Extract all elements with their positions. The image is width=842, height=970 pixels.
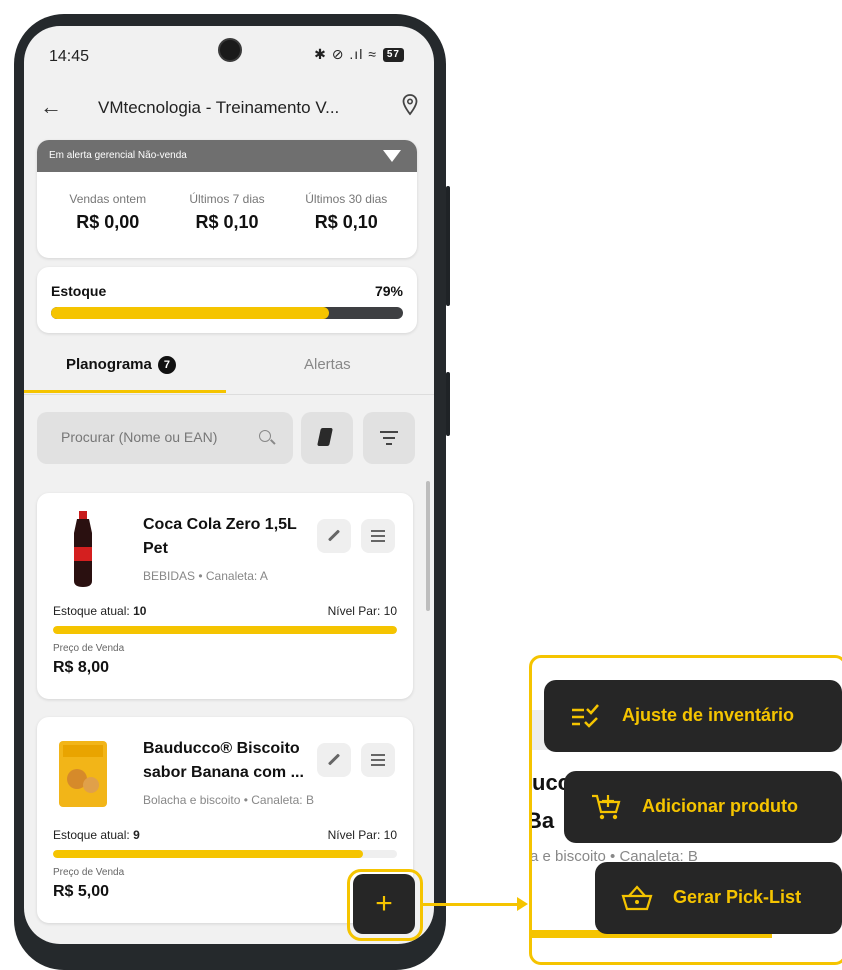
phone-side-button [446, 186, 450, 306]
stat-value: R$ 0,10 [314, 212, 378, 232]
pencil-icon [327, 753, 341, 766]
scrollbar[interactable] [426, 481, 430, 611]
checklist-icon [572, 704, 599, 728]
callout-arrow-icon [517, 897, 528, 911]
product-stock-bar [53, 626, 397, 634]
product-name: Coca Cola Zero 1,5L Pet [143, 516, 297, 557]
status-icons: ✱ ⊘ .ıl ≈ 57 [314, 46, 404, 63]
callout-connector [423, 903, 520, 906]
stat-value: R$ 0,00 [76, 212, 140, 232]
wifi-icon [383, 150, 401, 162]
edit-button[interactable] [317, 519, 351, 553]
barcode-scanner-button[interactable] [301, 412, 353, 464]
menu-label: Ajuste de inventário [622, 705, 795, 725]
add-product-button[interactable]: Adicionar produto [564, 771, 842, 843]
tab-alertas[interactable]: Alertas [304, 356, 351, 373]
product-category: Bolacha e biscoito • Canaleta: B [143, 793, 314, 807]
price-value: R$ 8,00 [53, 659, 110, 676]
sales-stats: Vendas ontem R$ 0,00 Últimos 7 dias R$ 0… [37, 172, 417, 233]
page-title: VMtecnologia - Treinamento V... [98, 98, 340, 117]
inventory-adjust-button[interactable]: Ajuste de inventário [544, 680, 842, 752]
status-time: 14:45 [49, 48, 90, 65]
par-level: Nível Par: 10 [327, 828, 397, 842]
front-camera [218, 38, 242, 62]
product-stock-fill [53, 850, 363, 858]
stock-value: 9 [133, 828, 140, 842]
phone-screen: 14:45 ✱ ⊘ .ıl ≈ 57 ← VMtecnologia - Trei… [24, 26, 434, 944]
product-name: Bauducco® Biscoito sabor Banana com ... [143, 740, 304, 781]
price-label: Preço de Venda [53, 643, 125, 654]
stock-progress-bar [51, 307, 403, 319]
count-badge: 7 [157, 356, 176, 375]
product-image-coca-cola [74, 511, 92, 587]
add-fab-button[interactable]: + [353, 874, 415, 934]
stock-percent: 79% [374, 283, 403, 299]
basket-icon [621, 885, 653, 911]
menu-label: Adicionar produto [642, 796, 798, 816]
stat-label: Vendas ontem [69, 192, 147, 206]
app-bar: ← VMtecnologia - Treinamento V... [24, 88, 434, 132]
tab-active-indicator [24, 390, 226, 393]
alert-banner-text: Em alerta gerencial Não-venda [49, 150, 187, 161]
cart-plus-icon [592, 794, 621, 820]
stock-label: Estoque atual: [53, 828, 130, 842]
current-stock: Estoque atual: 9 [53, 828, 140, 842]
product-card[interactable]: Coca Cola Zero 1,5L Pet BEBIDAS • Canale… [37, 493, 413, 699]
product-image-bauducco [59, 741, 107, 807]
product-category: BEBIDAS • Canaleta: A [143, 569, 268, 583]
edit-button[interactable] [317, 743, 351, 777]
sales-summary-card: Em alerta gerencial Não-venda Vendas ont… [37, 140, 417, 258]
phone-side-button [446, 372, 450, 436]
tab-planograma[interactable]: Planograma 7 [66, 356, 176, 375]
tab-label: Planograma [66, 356, 152, 373]
filter-button[interactable] [363, 412, 415, 464]
status-indicator-icons: ✱ ⊘ .ıl ≈ [314, 46, 377, 62]
product-stock-fill [53, 626, 397, 634]
scanner-icon [317, 428, 333, 446]
product-stock-bar [53, 850, 397, 858]
location-pin-icon[interactable] [402, 94, 418, 116]
adjust-button[interactable] [361, 743, 395, 777]
stat-yesterday: Vendas ontem R$ 0,00 [49, 192, 166, 233]
stat-7-days: Últimos 7 dias R$ 0,10 [168, 192, 285, 233]
search-input[interactable]: Procurar (Nome ou EAN) [37, 412, 293, 464]
stock-label: Estoque atual: [53, 604, 130, 618]
zoom-background-text: Ba [532, 808, 555, 833]
search-icon [259, 430, 271, 442]
stat-label: Últimos 7 dias [189, 192, 265, 206]
sliders-icon [371, 530, 385, 545]
battery-icon: 57 [382, 47, 404, 62]
stat-value: R$ 0,10 [195, 212, 259, 232]
stock-value: 10 [133, 604, 147, 618]
back-arrow-icon[interactable]: ← [40, 94, 62, 120]
current-stock: Estoque atual: 10 [53, 604, 146, 618]
price-label: Preço de Venda [53, 867, 125, 878]
stock-label: Estoque [51, 283, 107, 299]
filter-icon [379, 431, 399, 449]
pencil-icon [327, 529, 341, 542]
search-placeholder: Procurar (Nome ou EAN) [61, 429, 218, 445]
price-value: R$ 5,00 [53, 883, 110, 900]
sliders-icon [371, 754, 385, 769]
stat-label: Últimos 30 dias [305, 192, 388, 206]
tab-bar: Planograma 7 Alertas [24, 344, 434, 395]
stock-progress-fill [51, 307, 330, 319]
adjust-button[interactable] [361, 519, 395, 553]
par-level: Nível Par: 10 [327, 604, 397, 618]
menu-label: Gerar Pick-List [673, 887, 802, 907]
stock-card: Estoque 79% [37, 267, 417, 333]
stat-30-days: Últimos 30 dias R$ 0,10 [288, 192, 405, 233]
alert-banner: Em alerta gerencial Não-venda [37, 140, 417, 172]
generate-picklist-button[interactable]: Gerar Pick-List [595, 862, 842, 934]
